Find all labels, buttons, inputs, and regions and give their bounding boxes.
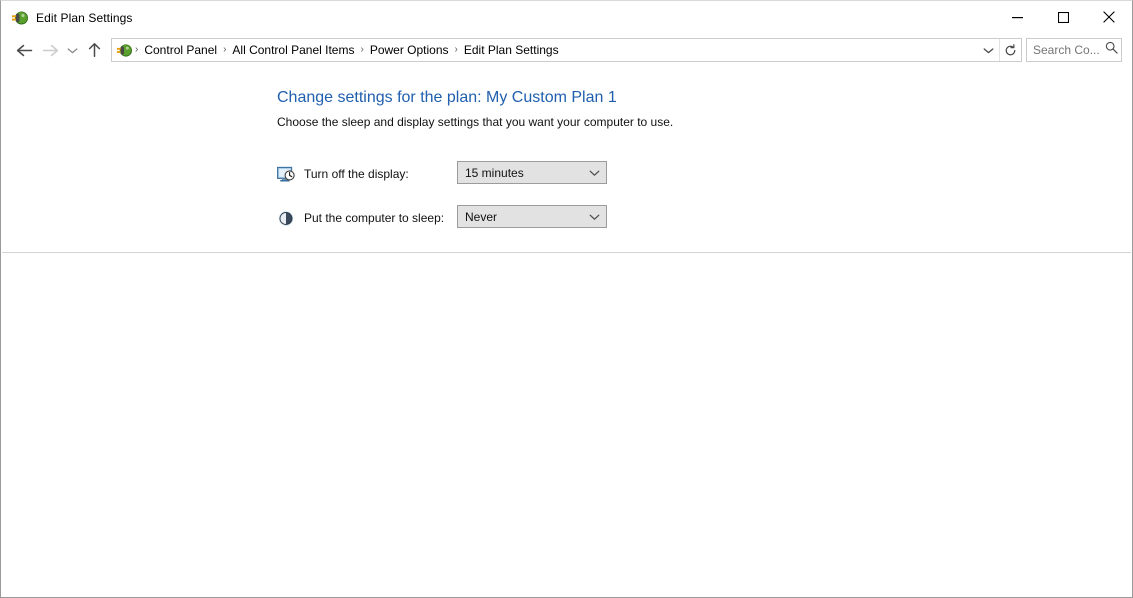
address-bar: › Control Panel › All Control Panel Item… (1, 35, 1132, 65)
setting-row-put-computer-to-sleep: Put the computer to sleep: (277, 206, 444, 230)
setting-label-put-computer-to-sleep: Put the computer to sleep: (304, 211, 445, 225)
page-title: Change settings for the plan: My Custom … (277, 89, 617, 106)
edit-plan-settings-window: Edit Plan Settings › Control Panel › All… (0, 0, 1133, 598)
dialog-button-bar: Create Cancel (1, 253, 1132, 541)
window-title: Edit Plan Settings (36, 10, 133, 25)
forward-button (37, 37, 63, 63)
sleep-moon-icon (277, 209, 295, 227)
recent-locations-button[interactable] (63, 37, 81, 63)
empty-body-area (2, 301, 1131, 597)
search-input[interactable] (1033, 43, 1103, 57)
breadcrumb-item-all-control-panel-items[interactable]: All Control Panel Items (227, 43, 359, 57)
search-icon[interactable] (1105, 41, 1118, 59)
close-button[interactable] (1086, 1, 1132, 33)
back-button[interactable] (11, 37, 37, 63)
title-bar-left: Edit Plan Settings (1, 1, 133, 34)
put-computer-to-sleep-value: Never (465, 209, 498, 224)
power-options-icon (11, 9, 28, 26)
breadcrumb-chevron-down-icon[interactable] (977, 39, 999, 61)
content-pane: Change settings for the plan: My Custom … (1, 67, 1132, 251)
display-clock-icon (277, 165, 295, 183)
breadcrumb-power-options-icon (116, 42, 132, 58)
breadcrumb-item-edit-plan-settings[interactable]: Edit Plan Settings (459, 43, 564, 57)
refresh-icon[interactable] (999, 39, 1021, 61)
breadcrumb[interactable]: › Control Panel › All Control Panel Item… (111, 38, 1022, 62)
page-subtitle: Choose the sleep and display settings th… (277, 115, 674, 129)
title-bar: Edit Plan Settings (1, 1, 1132, 34)
setting-row-turn-off-display: Turn off the display: (277, 162, 409, 186)
chevron-down-icon[interactable] (589, 169, 600, 177)
breadcrumb-item-control-panel[interactable]: Control Panel (139, 43, 222, 57)
search-box[interactable] (1026, 38, 1122, 62)
breadcrumb-item-power-options[interactable]: Power Options (365, 43, 454, 57)
turn-off-display-dropdown[interactable]: 15 minutes (457, 161, 607, 184)
turn-off-display-value: 15 minutes (465, 165, 524, 180)
setting-label-turn-off-display: Turn off the display: (304, 167, 409, 181)
window-controls (994, 1, 1132, 33)
chevron-down-icon[interactable] (589, 213, 600, 221)
put-computer-to-sleep-dropdown[interactable]: Never (457, 205, 607, 228)
minimize-button[interactable] (994, 1, 1040, 33)
maximize-button[interactable] (1040, 1, 1086, 33)
up-button[interactable] (81, 37, 107, 63)
